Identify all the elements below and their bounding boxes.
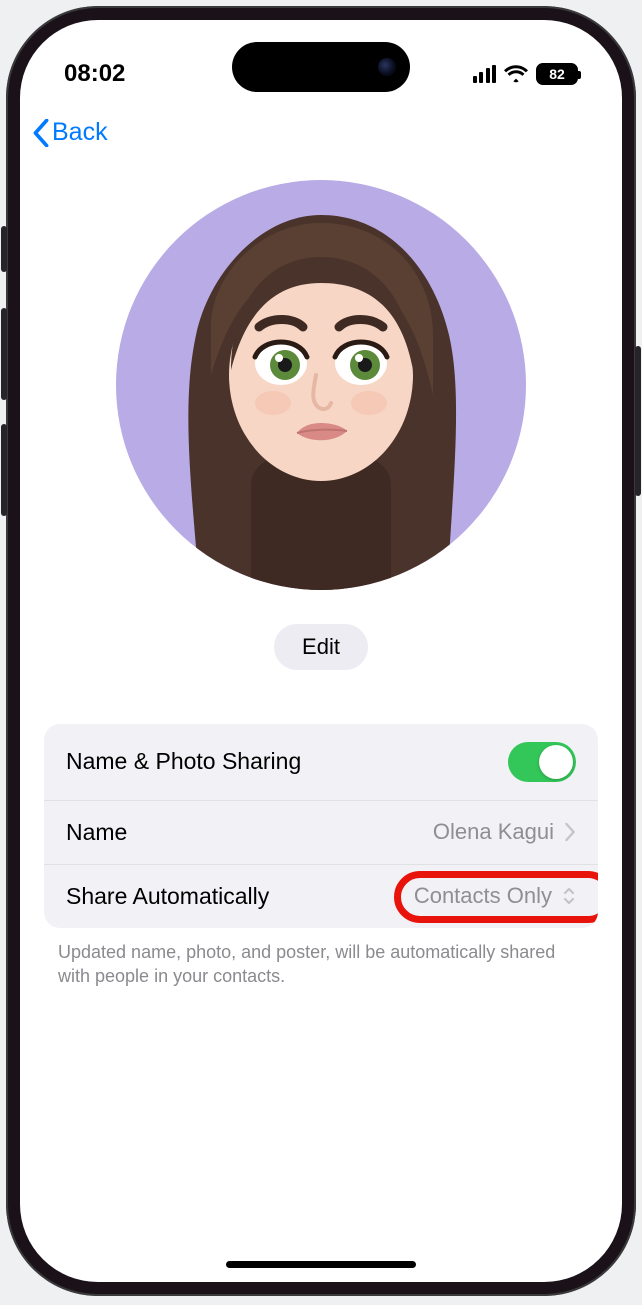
- profile-section: Edit: [20, 152, 622, 670]
- share-auto-label: Share Automatically: [66, 883, 269, 910]
- volume-down-button: [1, 424, 7, 516]
- screen: 08:02 82 Back: [20, 20, 622, 1282]
- edit-button[interactable]: Edit: [274, 624, 368, 670]
- row-share-automatically[interactable]: Share Automatically Contacts Only: [44, 865, 598, 928]
- battery-icon: 82: [536, 63, 578, 85]
- home-indicator[interactable]: [226, 1261, 416, 1268]
- settings-group: Name & Photo Sharing Name Olena Kagui: [44, 724, 598, 928]
- share-auto-value: Contacts Only: [414, 883, 552, 909]
- battery-percent: 82: [549, 66, 565, 82]
- sharing-toggle[interactable]: [508, 742, 576, 782]
- name-label: Name: [66, 819, 127, 846]
- toggle-knob: [539, 745, 573, 779]
- row-name[interactable]: Name Olena Kagui: [44, 801, 598, 865]
- wifi-icon: [504, 65, 528, 83]
- avatar[interactable]: [116, 180, 526, 590]
- chevron-up-down-icon: [562, 886, 576, 906]
- status-time: 08:02: [64, 60, 125, 88]
- volume-up-button: [1, 308, 7, 400]
- memoji-icon: [151, 185, 491, 590]
- navigation-bar: Back: [20, 110, 622, 152]
- camera-lens-icon: [378, 58, 396, 76]
- name-value: Olena Kagui: [433, 819, 554, 845]
- dynamic-island: [232, 42, 410, 92]
- phone-device-frame: 08:02 82 Back: [6, 6, 636, 1296]
- chevron-right-icon: [564, 823, 576, 841]
- cellular-signal-icon: [473, 65, 497, 83]
- power-button: [635, 346, 641, 496]
- back-label: Back: [52, 118, 108, 147]
- chevron-left-icon: [32, 119, 50, 147]
- sharing-label: Name & Photo Sharing: [66, 748, 301, 775]
- row-name-photo-sharing: Name & Photo Sharing: [44, 724, 598, 801]
- back-button[interactable]: Back: [32, 118, 108, 147]
- silence-switch: [1, 226, 7, 272]
- settings-footer-text: Updated name, photo, and poster, will be…: [20, 928, 622, 989]
